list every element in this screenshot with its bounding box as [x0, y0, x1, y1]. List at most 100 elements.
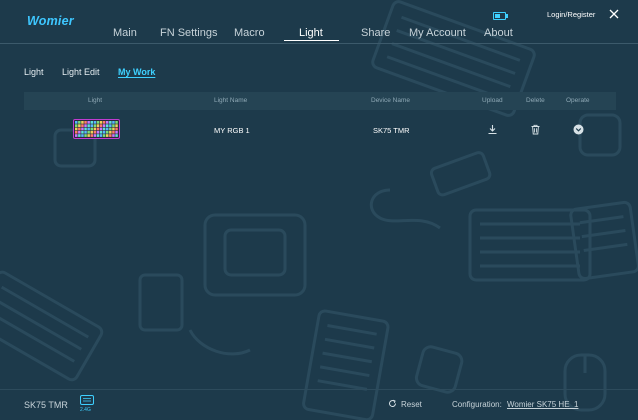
battery-icon	[493, 12, 508, 20]
reset-button[interactable]: Reset	[401, 400, 422, 409]
nav-my-account[interactable]: My Account	[409, 27, 466, 39]
reset-icon[interactable]	[388, 399, 397, 408]
table-row[interactable]: MY RGB 1 SK75 TMR	[24, 112, 616, 148]
keyboard-key	[84, 127, 87, 131]
keyboard-key	[102, 121, 106, 124]
keyboard-key	[109, 127, 112, 131]
keyboard-key	[87, 127, 90, 131]
keyboard-key	[93, 130, 97, 134]
keyboard-key	[81, 127, 84, 131]
keyboard-key	[112, 127, 115, 131]
keyboard-key	[106, 130, 109, 134]
configuration-label: Configuration:	[452, 400, 502, 409]
keyboard-key	[90, 130, 93, 134]
keyboard-key	[84, 130, 87, 134]
keyboard-key	[78, 124, 81, 127]
keyboard-key	[90, 124, 93, 127]
connected-device-name: SK75 TMR	[24, 400, 68, 410]
operate-icon[interactable]	[573, 124, 584, 135]
keyboard-key	[96, 121, 100, 124]
light-name-cell: MY RGB 1	[214, 126, 250, 135]
delete-icon[interactable]	[530, 124, 541, 135]
keyboard-key	[115, 124, 118, 127]
keyboard-key	[75, 121, 78, 124]
keyboard-key	[115, 127, 118, 131]
keyboard-key	[112, 130, 115, 134]
keyboard-key	[87, 130, 90, 134]
keyboard-thumbnail	[73, 119, 120, 139]
keyboard-key	[106, 121, 109, 124]
keyboard-key	[99, 127, 103, 131]
subtab-light[interactable]: Light	[24, 67, 44, 77]
close-icon[interactable]	[608, 8, 620, 20]
keyboard-key	[115, 121, 118, 124]
keyboard-key	[84, 134, 87, 137]
keyboard-key	[106, 124, 109, 127]
login-register-link[interactable]: Login/Register	[547, 10, 595, 19]
nav-macro[interactable]: Macro	[234, 27, 265, 39]
keyboard-key	[75, 130, 78, 134]
keyboard-key	[81, 121, 84, 124]
keyboard-key	[99, 121, 103, 124]
keyboard-key	[84, 124, 87, 127]
keyboard-key	[87, 134, 90, 137]
keyboard-key	[96, 124, 100, 127]
keyboard-key	[109, 130, 112, 134]
keyboard-key	[96, 134, 100, 137]
keyboard-key	[75, 127, 78, 131]
keyboard-key	[78, 134, 81, 137]
keyboard-key	[78, 130, 81, 134]
column-light: Light	[88, 97, 103, 104]
subtab-my-work[interactable]: My Work	[118, 67, 155, 77]
keyboard-key	[99, 134, 103, 137]
keyboard-key	[93, 134, 97, 137]
background-illustration	[0, 0, 638, 420]
keyboard-key	[106, 127, 109, 131]
configuration-value[interactable]: Womier SK75 HE_1	[507, 400, 578, 409]
nav-light[interactable]: Light	[299, 27, 323, 39]
keyboard-key	[78, 127, 81, 131]
table-header: Light Light Name Device Name Upload Dele…	[24, 92, 616, 110]
keyboard-key	[112, 124, 115, 127]
keyboard-key	[99, 124, 103, 127]
subtab-light-edit[interactable]: Light Edit	[62, 67, 100, 77]
column-device-name: Device Name	[371, 97, 411, 104]
header-divider	[0, 43, 638, 44]
connection-mode-label: 2.4G	[80, 407, 91, 413]
keyboard-key	[109, 121, 112, 124]
keyboard-key	[96, 130, 100, 134]
nav-active-indicator	[284, 40, 339, 41]
keyboard-key	[81, 124, 84, 127]
keyboard-key	[102, 124, 106, 127]
device-name-cell: SK75 TMR	[373, 126, 410, 135]
column-delete: Delete	[526, 97, 545, 104]
keyboard-key	[115, 130, 118, 134]
battery-level	[495, 14, 501, 18]
keyboard-key	[78, 121, 81, 124]
nav-main[interactable]: Main	[113, 27, 137, 39]
keyboard-key	[109, 134, 112, 137]
keyboard-key	[81, 134, 84, 137]
app-logo: Womier	[27, 14, 74, 28]
upload-icon[interactable]	[487, 124, 498, 135]
column-light-name: Light Name	[214, 97, 248, 104]
nav-about[interactable]: About	[484, 27, 513, 39]
keyboard-key	[90, 121, 93, 124]
nav-share[interactable]: Share	[361, 27, 390, 39]
nav-fn-settings[interactable]: FN Settings	[160, 27, 217, 39]
footer-divider	[0, 389, 638, 390]
keyboard-key	[99, 130, 103, 134]
keyboard-key	[84, 121, 87, 124]
keyboard-key	[87, 124, 90, 127]
keyboard-key	[93, 127, 97, 131]
keyboard-key	[102, 130, 106, 134]
column-operate: Operate	[566, 97, 590, 104]
keyboard-key	[75, 134, 78, 137]
column-upload: Upload	[482, 97, 503, 104]
keyboard-key	[93, 121, 97, 124]
keyboard-key	[93, 124, 97, 127]
keyboard-key	[115, 134, 118, 137]
keyboard-key	[106, 134, 109, 137]
keyboard-key	[90, 127, 93, 131]
connection-icon	[80, 395, 94, 405]
